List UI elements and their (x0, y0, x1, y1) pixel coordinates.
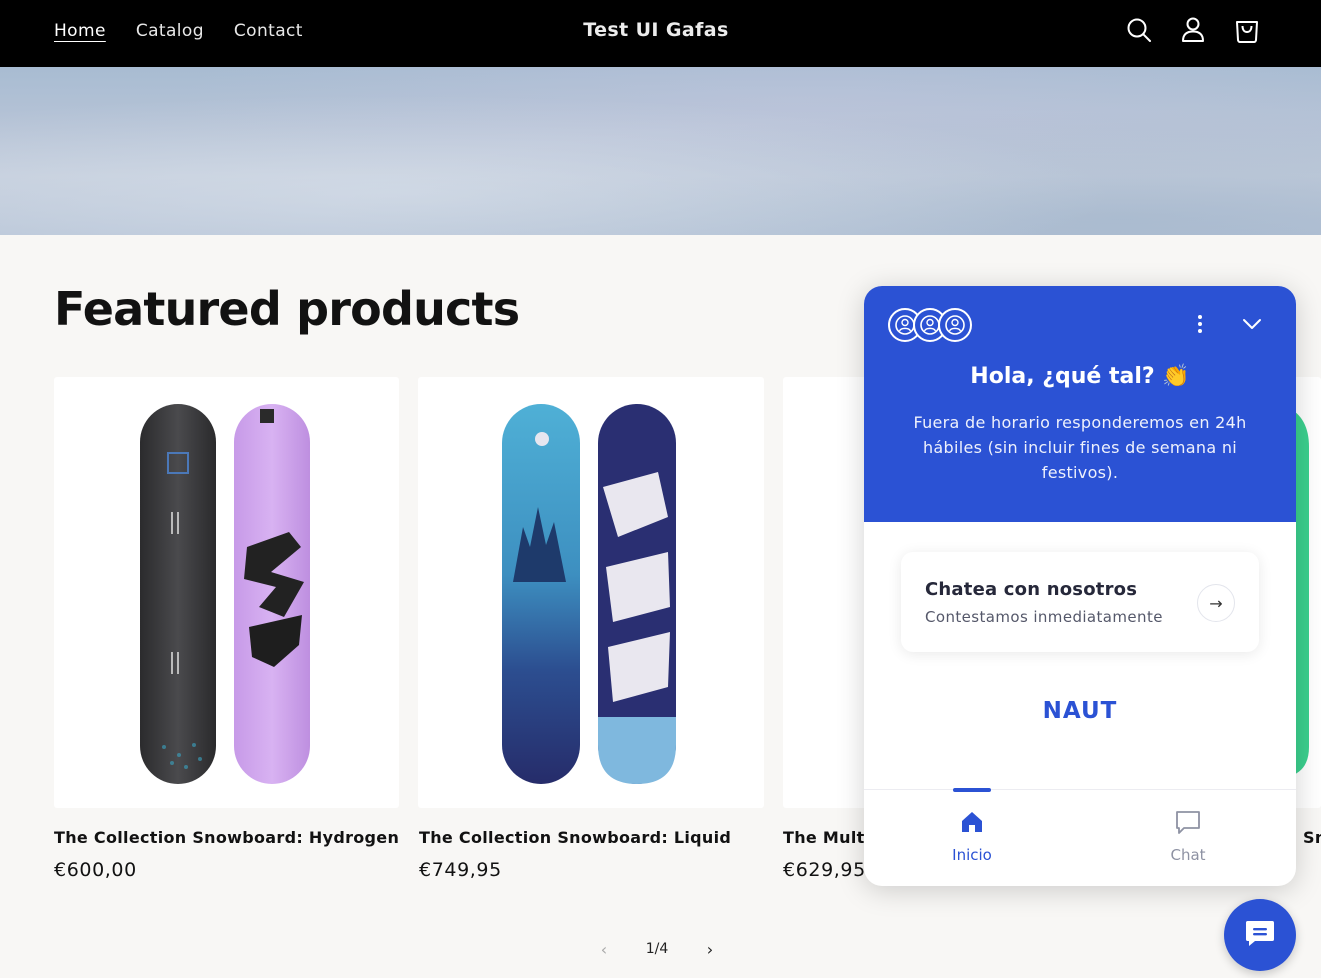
chat-icon (1174, 808, 1202, 836)
cart-icon[interactable] (1233, 14, 1261, 46)
tab-label: Chat (1170, 846, 1206, 864)
chat-widget: Hola, ¿qué tal? 👏 Fuera de horario respo… (864, 286, 1296, 886)
chat-launcher-button[interactable] (1224, 899, 1296, 971)
chevron-down-icon[interactable] (1240, 312, 1264, 336)
tab-inicio[interactable]: Inicio (912, 788, 1032, 886)
agent-avatars (888, 308, 974, 342)
next-slide-button[interactable]: › (700, 940, 720, 959)
tab-label: Inicio (952, 846, 992, 864)
section-title: Featured products (54, 282, 520, 336)
widget-tabbar: Inicio Chat (864, 788, 1296, 886)
widget-subtitle: Fuera de horario responderemos en 24h há… (913, 413, 1247, 482)
widget-greeting: Hola, ¿qué tal? 👏 (970, 364, 1190, 389)
snowboard-image-hydrogen (140, 404, 310, 784)
snowboard-image-liquid (502, 404, 676, 784)
product-card-image[interactable] (54, 377, 399, 808)
chat-card-subtitle: Contestamos inmediatamente (925, 608, 1163, 626)
search-icon[interactable] (1125, 14, 1153, 46)
naut-logo: NAUT (1042, 698, 1118, 724)
product-price: €629,95 (783, 859, 866, 881)
widget-header: Hola, ¿qué tal? 👏 Fuera de horario respo… (864, 286, 1296, 522)
chat-bubble-icon (1243, 916, 1277, 954)
arrow-right-icon[interactable]: → (1197, 584, 1235, 622)
chat-card-title: Chatea con nosotros (925, 579, 1138, 600)
slide-counter: 1/4 (645, 941, 669, 957)
slider-pager: ‹ 1/4 › (594, 938, 720, 960)
product-price: €600,00 (54, 859, 137, 881)
more-options-icon[interactable] (1190, 312, 1210, 336)
avatar (938, 308, 972, 342)
product-card-image[interactable] (418, 377, 764, 808)
account-icon[interactable] (1179, 14, 1207, 46)
start-chat-card[interactable]: Chatea con nosotros Contestamos inmediat… (901, 552, 1259, 652)
home-icon (958, 808, 986, 836)
prev-slide-button[interactable]: ‹ (594, 940, 614, 959)
product-price: €749,95 (419, 859, 502, 881)
active-tab-indicator (953, 788, 991, 792)
product-title[interactable]: Sn (1303, 828, 1321, 847)
store-brand[interactable]: Test UI Gafas (0, 19, 1312, 41)
hero-banner (0, 67, 1321, 235)
product-title[interactable]: The Collection Snowboard: Hydrogen (54, 828, 399, 847)
product-title[interactable]: The Collection Snowboard: Liquid (419, 828, 731, 847)
site-header: Home Catalog Contact Test UI Gafas (0, 0, 1321, 67)
tab-chat[interactable]: Chat (1128, 790, 1248, 886)
